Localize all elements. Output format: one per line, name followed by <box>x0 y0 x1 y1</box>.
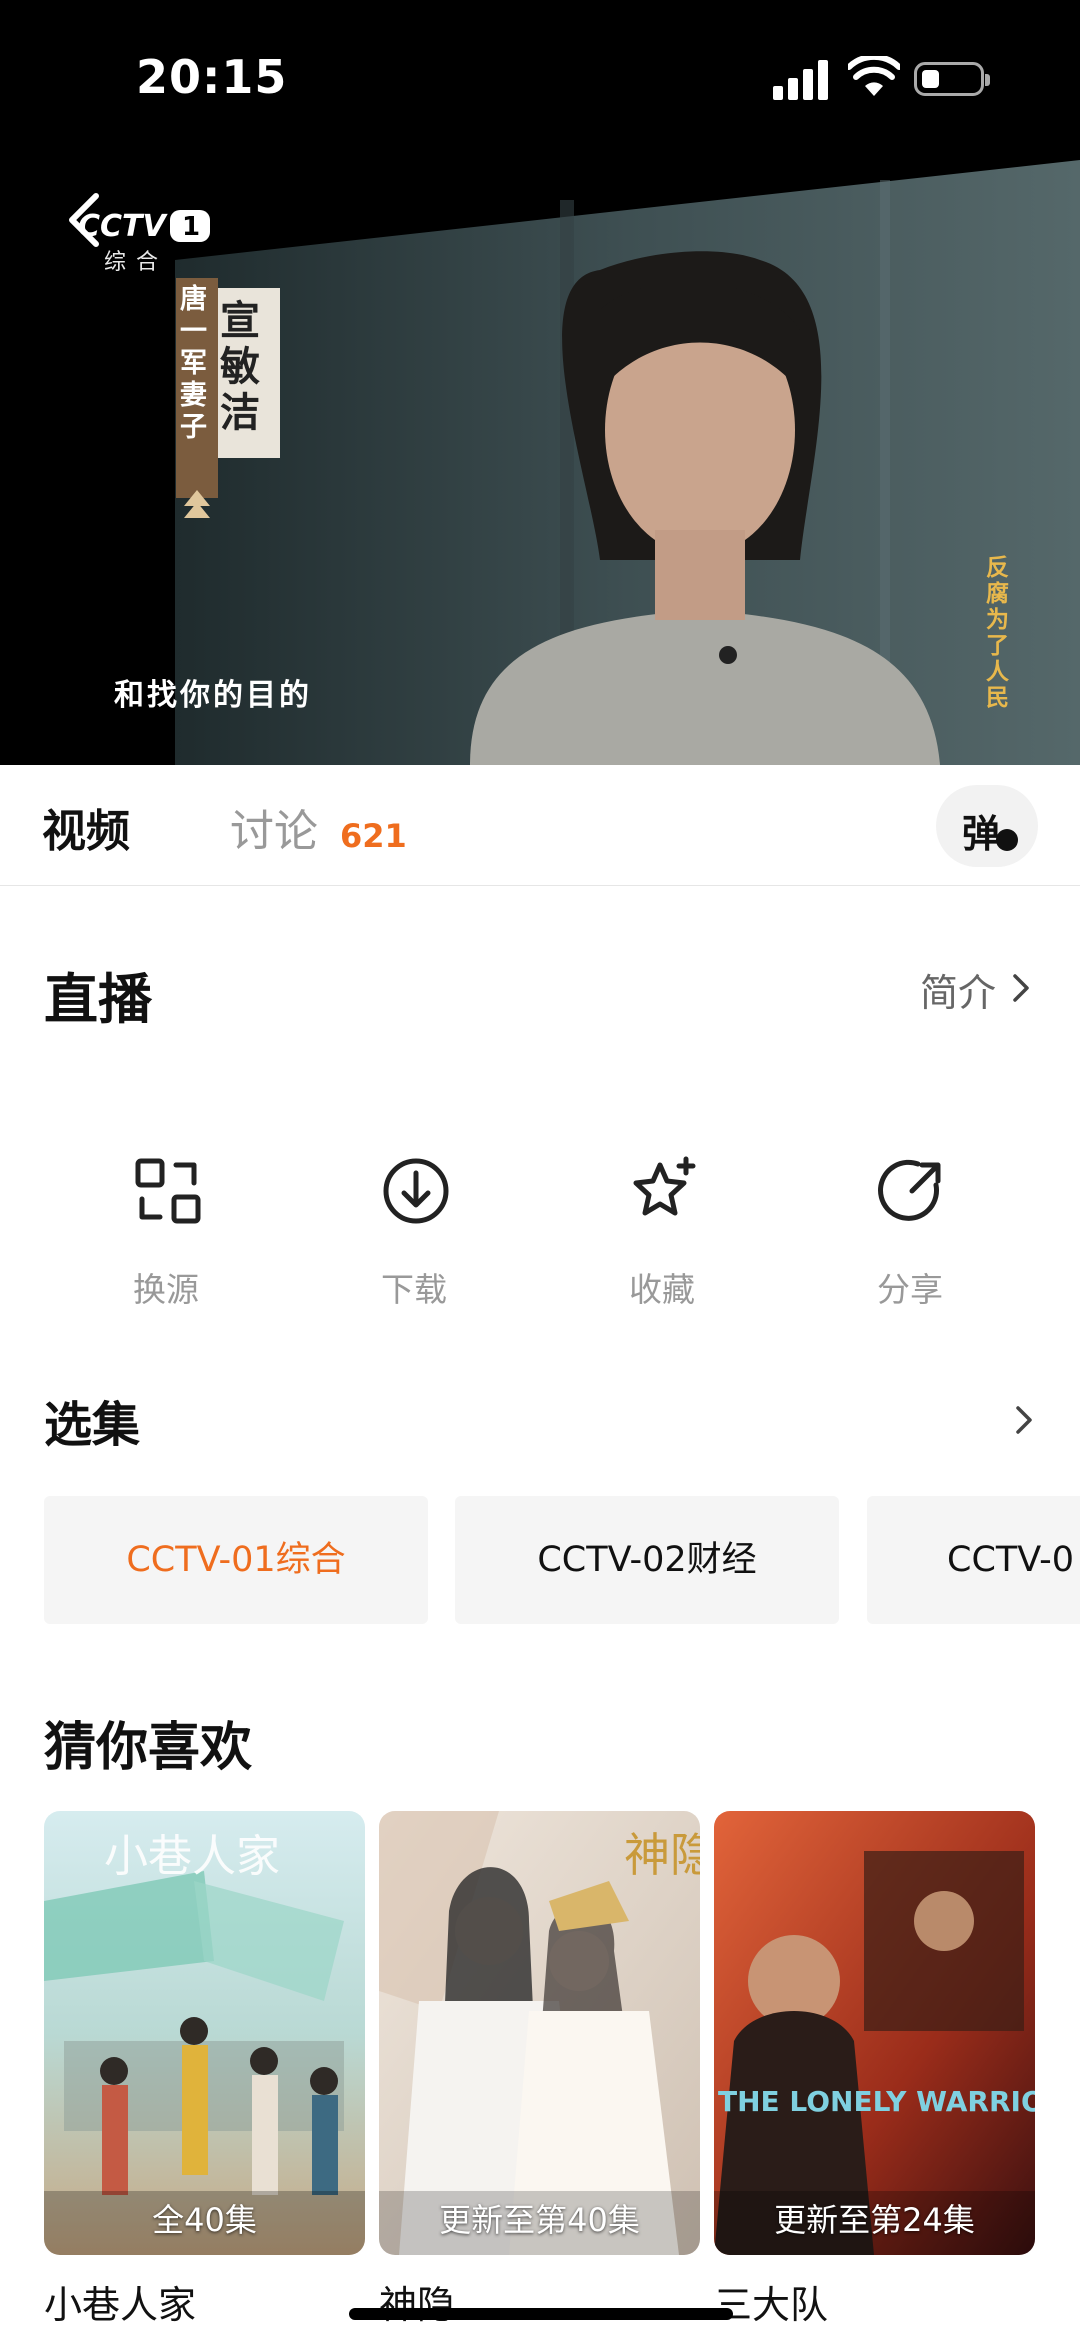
intro-link[interactable]: 简介 <box>920 962 996 1017</box>
person-role-caption: 唐一军妻子 <box>180 284 207 443</box>
episode-count-badge: 更新至第40集 <box>439 2201 640 2239</box>
recommend-title[interactable]: 三大队 <box>714 2274 828 2329</box>
download-button[interactable]: 下载 <box>344 1155 484 1315</box>
episode-chip-cctv1[interactable]: CCTV-01综合 <box>44 1496 428 1624</box>
program-watermark: 反腐为了人民 <box>986 555 1009 711</box>
danmaku-off-icon <box>996 829 1018 851</box>
episode-chip-cctv2[interactable]: CCTV-02财经 <box>455 1496 839 1624</box>
poster-image: 小巷人家 <box>44 1811 365 2255</box>
svg-text:1: 1 <box>182 212 200 242</box>
battery-icon <box>914 62 990 96</box>
switch-source-icon <box>135 1158 201 1224</box>
live-section-title: 直播 <box>44 968 152 1031</box>
recommend-card[interactable]: 小巷人家 全40集 <box>44 1811 365 2255</box>
svg-text:神隐: 神隐 <box>624 1828 700 1882</box>
recommend-section-title: 猜你喜欢 <box>44 1718 253 1778</box>
channel-subtitle: 综合 <box>104 250 169 275</box>
svg-text:CCTV: CCTV <box>78 209 168 244</box>
share-label: 分享 <box>877 1270 943 1309</box>
wifi-icon <box>848 56 900 96</box>
content-tabs: 视频 讨论 621 弹 <box>0 765 1080 886</box>
recommend-title[interactable]: 神隐 <box>379 2274 455 2329</box>
cellular-signal-icon <box>773 58 829 100</box>
tab-discuss[interactable]: 讨论 <box>230 795 318 859</box>
switch-source-label: 换源 <box>133 1270 199 1309</box>
recommend-card[interactable]: 神隐 更新至第40集 <box>379 1811 700 2255</box>
episode-count-badge: 更新至第24集 <box>774 2201 975 2239</box>
star-add-icon <box>633 1156 696 1216</box>
favorite-label: 收藏 <box>629 1270 695 1309</box>
tab-video[interactable]: 视频 <box>42 795 130 859</box>
switch-source-button[interactable]: 换源 <box>96 1155 236 1315</box>
home-indicator[interactable] <box>349 2308 733 2320</box>
danmaku-label: 弹 <box>962 812 1001 856</box>
video-player[interactable]: CCTV 1 综合 唐一军妻子 宣敏洁 和找你的目的 反腐为了人民 <box>0 160 1080 765</box>
recommend-card[interactable]: THE LONELY WARRIOR 更新至第24集 <box>714 1811 1035 2255</box>
status-bar: 20:15 <box>0 0 1080 160</box>
svg-text:THE LONELY WARRIOR: THE LONELY WARRIOR <box>718 2085 1035 2118</box>
episode-count-badge: 全40集 <box>152 2201 257 2239</box>
chevron-right-icon[interactable] <box>1013 1402 1035 1438</box>
poster-image: 神隐 <box>379 1811 700 2255</box>
favorite-button[interactable]: 收藏 <box>592 1155 732 1315</box>
download-label: 下载 <box>381 1270 447 1309</box>
share-icon <box>878 1159 941 1221</box>
cctv-channel-logo: CCTV 1 <box>78 209 210 244</box>
chevron-right-icon[interactable] <box>1010 970 1032 1006</box>
video-subtitle: 和找你的目的 <box>114 678 312 713</box>
svg-text:小巷人家: 小巷人家 <box>104 1831 280 1882</box>
person-name-caption: 宣敏洁 <box>220 297 260 436</box>
recommend-title[interactable]: 小巷人家 <box>44 2274 196 2329</box>
episodes-section-title: 选集 <box>44 1397 141 1453</box>
status-time: 20:15 <box>136 50 288 104</box>
download-icon <box>383 1158 449 1224</box>
danmaku-toggle-button[interactable]: 弹 <box>936 785 1038 867</box>
poster-image: THE LONELY WARRIOR <box>714 1811 1035 2255</box>
episode-chip-cctv3[interactable]: CCTV-0 <box>867 1496 1080 1624</box>
discuss-count-badge: 621 <box>340 817 407 855</box>
share-button[interactable]: 分享 <box>840 1155 980 1315</box>
